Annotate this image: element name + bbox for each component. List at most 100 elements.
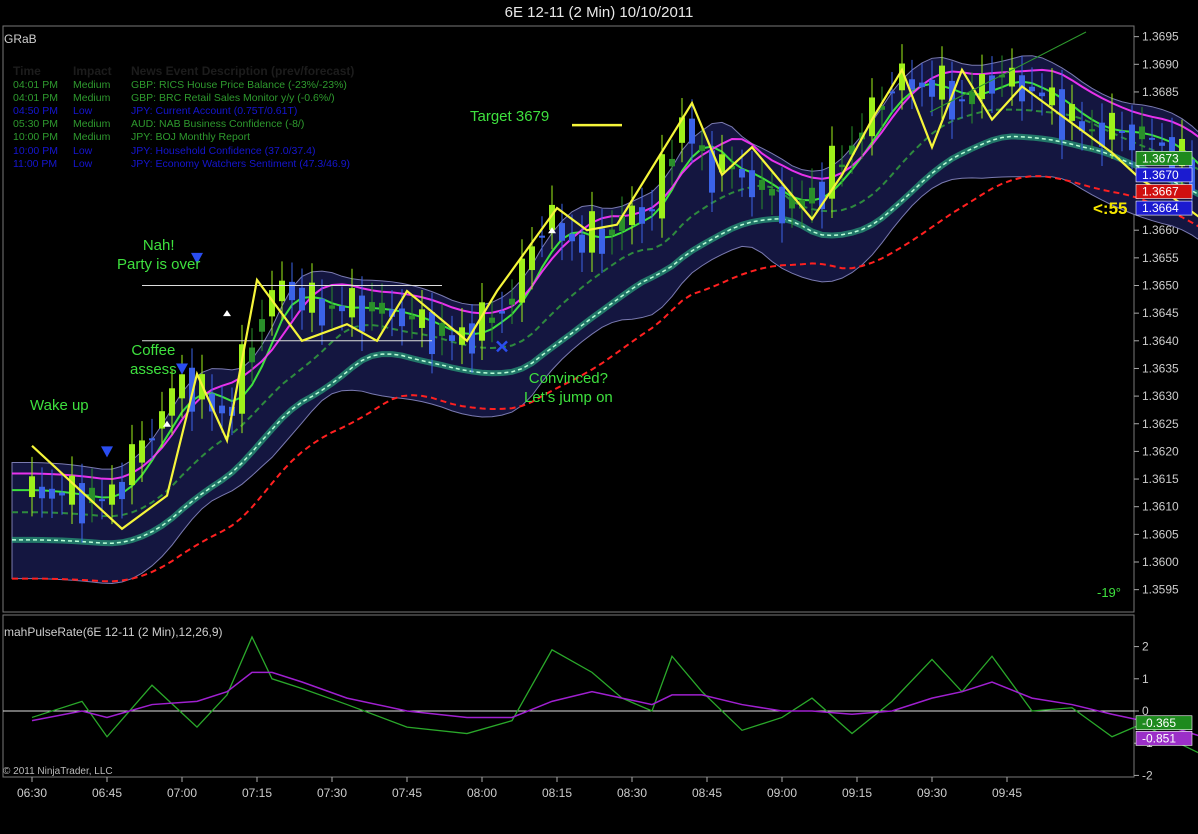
candle-body [959, 99, 965, 102]
y-tick-label: 1.3690 [1142, 57, 1179, 71]
candle-body [929, 79, 935, 97]
annotation-nah-line1: Nah! [142, 237, 175, 254]
x-tick-label: 09:30 [917, 786, 947, 800]
candle-body [219, 405, 225, 414]
candle-body [779, 186, 785, 224]
candle-body [309, 282, 315, 313]
candle-body [1069, 104, 1075, 121]
x-tick-label: 07:15 [242, 786, 272, 800]
candle-body [649, 209, 655, 212]
candle-body [1109, 112, 1115, 140]
news-description: AUD: NAB Business Confidence (-8/) [131, 118, 305, 131]
x-tick-label: 09:45 [992, 786, 1022, 800]
x-tick-label: 07:30 [317, 786, 347, 800]
news-time: 04:01 PM [13, 92, 58, 105]
candle-body [1049, 87, 1055, 106]
price-panel-indicator-label: GRaB [4, 32, 37, 46]
bar-timer: <:55 [1093, 199, 1128, 218]
candle-body [39, 486, 45, 499]
candle-body [749, 170, 755, 198]
sub-marker-label: -0.851 [1142, 731, 1176, 745]
candle-body [139, 440, 145, 463]
candle-body [499, 311, 505, 314]
y-tick-label: 1.3595 [1142, 583, 1179, 597]
candle-body [439, 322, 445, 336]
news-description: GBP: BRC Retail Sales Monitor y/y (-0.6%… [131, 92, 335, 105]
candle-body [339, 305, 345, 312]
sub-y-tick-label: 2 [1142, 640, 1149, 654]
news-impact: Low [73, 157, 93, 170]
annotation-nah: Nah! Party is over [117, 236, 200, 274]
annotation-nah-line2: Party is over [117, 256, 201, 273]
candle-body [409, 315, 415, 320]
x-tick-label: 09:15 [842, 786, 872, 800]
news-header-row: Time Impact News Event Description (prev/f… [13, 64, 354, 79]
candle-body [489, 317, 495, 323]
candle-body [29, 476, 35, 498]
candle-body [839, 164, 845, 168]
y-tick-label: 1.3645 [1142, 306, 1179, 320]
candle-body [589, 211, 595, 253]
candle-body [109, 484, 115, 505]
candle-body [249, 347, 255, 363]
candle-body [119, 481, 125, 500]
candle-body [1149, 137, 1155, 140]
candle-body [609, 229, 615, 236]
x-tick-label: 07:00 [167, 786, 197, 800]
news-row: 11:00 PM Low JPY: Economy Watchers Sentime… [13, 158, 354, 171]
sub-y-tick-label: -2 [1142, 768, 1153, 782]
annotation-wake-up: Wake up [30, 397, 89, 414]
candle-body [299, 287, 305, 311]
news-impact: Medium [73, 79, 111, 92]
y-tick-label: 1.3615 [1142, 472, 1179, 486]
sub-y-tick-label: 1 [1142, 672, 1149, 686]
news-row: 10:00 PM Low JPY: Household Confidence (37… [13, 145, 354, 158]
candle-body [369, 302, 375, 312]
candle-body [769, 188, 775, 196]
candle-body [759, 179, 765, 190]
news-description: JPY: Household Confidence (37.0/37.4) [131, 144, 316, 157]
price-marker-label: 1.3673 [1142, 151, 1179, 165]
x-tick-label: 08:15 [542, 786, 572, 800]
candle-body [539, 235, 545, 238]
candle-body [939, 65, 945, 100]
news-time: 11:00 PM [13, 157, 58, 170]
y-tick-label: 1.3685 [1142, 85, 1179, 99]
candle-body [429, 312, 435, 355]
candle-body [279, 280, 285, 302]
candle-body [99, 499, 105, 502]
candle-body [1029, 86, 1035, 92]
price-marker-label: 1.3670 [1142, 168, 1179, 182]
candle-body [599, 228, 605, 254]
candle-body [569, 233, 575, 242]
y-tick-label: 1.3650 [1142, 279, 1179, 293]
candle-body [1159, 142, 1165, 146]
news-impact: Low [73, 105, 93, 118]
candle-body [559, 223, 565, 241]
window-title: 6E 12-11 (2 Min) 10/10/2011 [504, 4, 694, 21]
candle-body [639, 207, 645, 224]
candle-body [349, 288, 355, 318]
candle-body [579, 234, 585, 253]
candle-body [129, 444, 135, 486]
annotation-convinced-line2: Let's jump on [524, 389, 613, 406]
x-tick-label: 08:00 [467, 786, 497, 800]
candle-body [659, 154, 665, 219]
annotation-coffee-line1: Coffee [131, 342, 176, 359]
subpanel-indicator-label: mahPulseRate(6E 12-11 (2 Min),12,26,9) [4, 625, 223, 639]
news-impact: Medium [73, 118, 111, 131]
annotation-convinced-line1: Convinced? [528, 370, 608, 387]
candle-body [669, 158, 675, 167]
candle-body [259, 319, 265, 332]
news-impact: Medium [73, 131, 111, 144]
annotation-convinced: Convinced? Let's jump on [524, 369, 613, 407]
x-tick-label: 07:45 [392, 786, 422, 800]
annotation-coffee: Coffee assess [130, 341, 177, 379]
y-tick-label: 1.3600 [1142, 555, 1179, 569]
news-impact: Low [73, 144, 93, 157]
candle-body [379, 302, 385, 314]
candle-body [699, 145, 705, 152]
news-events-table: Time Impact News Event Description (prev/f… [13, 64, 354, 171]
news-time: 10:00 PM [13, 144, 58, 157]
y-tick-label: 1.3655 [1142, 251, 1179, 265]
